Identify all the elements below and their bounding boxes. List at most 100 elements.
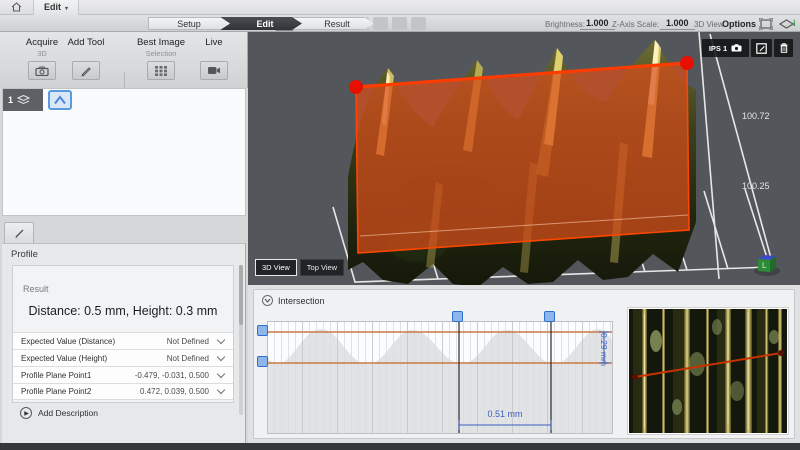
profile-tool-selected-button[interactable] [48, 90, 72, 110]
info-icon[interactable]: i [793, 18, 796, 28]
expected-height-row[interactable]: Expected Value (Height) Not Defined [13, 349, 233, 366]
z-axis-scale-label: Z-Axis Scale: [612, 20, 659, 29]
z-axis-tick-upper: 100.72 [742, 111, 770, 121]
live-action: Live [192, 37, 236, 80]
add-tool-button[interactable] [72, 61, 100, 80]
profile-scrollbar[interactable] [239, 265, 243, 415]
camera-icon [35, 66, 49, 76]
tab-setup-label: Setup [177, 19, 201, 29]
surface-top-view-image [629, 309, 787, 433]
add-tool-title: Add Tool [62, 37, 110, 48]
z-axis-scale-value[interactable]: 1.000 [660, 18, 695, 30]
video-camera-icon [207, 66, 221, 75]
live-button[interactable] [200, 61, 228, 80]
camera-icon [731, 44, 742, 52]
annotate-button[interactable] [751, 39, 772, 57]
row-label: Profile Plane Point1 [13, 371, 135, 380]
height-handle-lower[interactable] [257, 356, 268, 367]
tab-result[interactable]: Result [292, 17, 374, 30]
favorite-slot [373, 17, 388, 30]
trash-icon [780, 43, 788, 53]
expand-icon: ▶ [20, 407, 32, 419]
edit-note-icon [756, 43, 767, 54]
favorite-slot [411, 17, 426, 30]
row-value: -0.479, -0.031, 0.500 [135, 371, 209, 380]
collapse-icon[interactable] [262, 295, 273, 306]
viewport-actions: IPS 1 [702, 39, 793, 57]
grid-icon [155, 66, 167, 76]
profile-panel: Profile Result Distance: 0.5 mm, Height:… [2, 243, 246, 443]
best-image-title: Best Image [132, 37, 190, 48]
tool-item-index: 1 [8, 95, 13, 105]
home-icon [11, 2, 22, 12]
tool-list: 1 [2, 88, 246, 216]
navigation-cube[interactable]: L [750, 251, 784, 277]
height-dimension-label: 0.29 mm [599, 333, 609, 366]
pencil-icon [13, 227, 26, 240]
acquire-subtitle: 3D [16, 49, 68, 58]
pencil-icon [80, 65, 92, 77]
edit-profile-tab[interactable] [4, 222, 34, 243]
live-subtitle [192, 49, 236, 58]
tab-setup[interactable]: Setup [148, 17, 230, 30]
expected-distance-row[interactable]: Expected Value (Distance) Not Defined [13, 332, 233, 349]
profile-chart[interactable]: 0.51 mm 0.29 mm [267, 321, 613, 434]
acquire-title: Acquire [16, 37, 68, 48]
surface-3d-render [248, 32, 800, 285]
layers-icon [17, 95, 30, 106]
plane-point2-row[interactable]: Profile Plane Point2 0.472, 0.039, 0.500 [13, 383, 233, 400]
delete-button[interactable] [774, 39, 793, 57]
reset-orientation-icon [779, 19, 794, 29]
intersection-section: Intersection [248, 285, 800, 443]
view3d-options-button[interactable]: Options [722, 19, 756, 29]
chevron-down-icon[interactable] [217, 386, 225, 394]
edit-menu-button[interactable]: Edit ▾ [34, 0, 79, 15]
distance-handle-left[interactable] [452, 311, 463, 322]
add-tool-subtitle [62, 49, 110, 58]
snapshot-label: IPS 1 [709, 44, 727, 53]
profile-chart-plot: 0.51 mm 0.29 mm [268, 322, 612, 433]
tool-list-item-header[interactable]: 1 [3, 89, 43, 111]
tab-edit[interactable]: Edit [220, 17, 302, 30]
height-handle-upper[interactable] [257, 325, 268, 336]
tab-edit-label: Edit [257, 19, 274, 29]
viewport-3d[interactable]: IPS 1 100.72 [248, 32, 800, 285]
chevron-down-icon[interactable] [217, 369, 225, 377]
scrollbar-thumb[interactable] [239, 265, 243, 325]
add-description-label: Add Description [38, 408, 98, 418]
view-mode-3d-label: 3D View [262, 263, 290, 272]
home-button[interactable] [0, 0, 34, 15]
row-value: 0.472, 0.039, 0.500 [140, 387, 209, 396]
main-toolbar: Setup Edit Result Tools: Favorites: Brig… [0, 15, 800, 32]
brightness-value[interactable]: 1.000 [580, 18, 615, 30]
view-mode-top-button[interactable]: Top View [300, 259, 344, 276]
chevron-down-icon[interactable] [217, 335, 225, 343]
chevron-down-icon: ▾ [65, 5, 68, 12]
intersection-panel: Intersection [253, 289, 795, 439]
intersection-title: Intersection [278, 296, 325, 306]
snapshot-button[interactable]: IPS 1 [702, 39, 749, 57]
surface-thumbnail[interactable] [627, 307, 789, 435]
view-mode-top-label: Top View [307, 263, 337, 272]
profile-panel-title: Profile [11, 249, 38, 260]
edit-menu-label: Edit [44, 2, 61, 12]
row-value: Not Defined [167, 337, 209, 346]
acquire-toolbar: Acquire 3D Add Tool Best Image Selec [0, 32, 248, 88]
fit-view-icon [759, 18, 773, 30]
acquire-button[interactable] [28, 61, 56, 80]
add-tool-action: Add Tool [62, 37, 110, 80]
acquire-action: Acquire 3D [16, 37, 68, 80]
chevron-down-icon[interactable] [217, 352, 225, 360]
fit-view-button[interactable] [756, 16, 776, 31]
svg-text:L: L [762, 261, 767, 270]
tab-result-label: Result [324, 19, 350, 29]
best-image-action: Best Image Selection [132, 37, 190, 80]
z-axis-tick-lower: 100.25 [742, 181, 770, 191]
plane-point1-row[interactable]: Profile Plane Point1 -0.479, -0.031, 0.5… [13, 366, 233, 383]
row-label: Expected Value (Distance) [13, 337, 167, 346]
view-mode-3d-button[interactable]: 3D View [255, 259, 297, 276]
add-description-button[interactable]: ▶ Add Description [20, 407, 98, 419]
best-image-button[interactable] [147, 61, 175, 80]
distance-handle-right[interactable] [544, 311, 555, 322]
distance-dimension-label: 0.51 mm [487, 409, 522, 419]
